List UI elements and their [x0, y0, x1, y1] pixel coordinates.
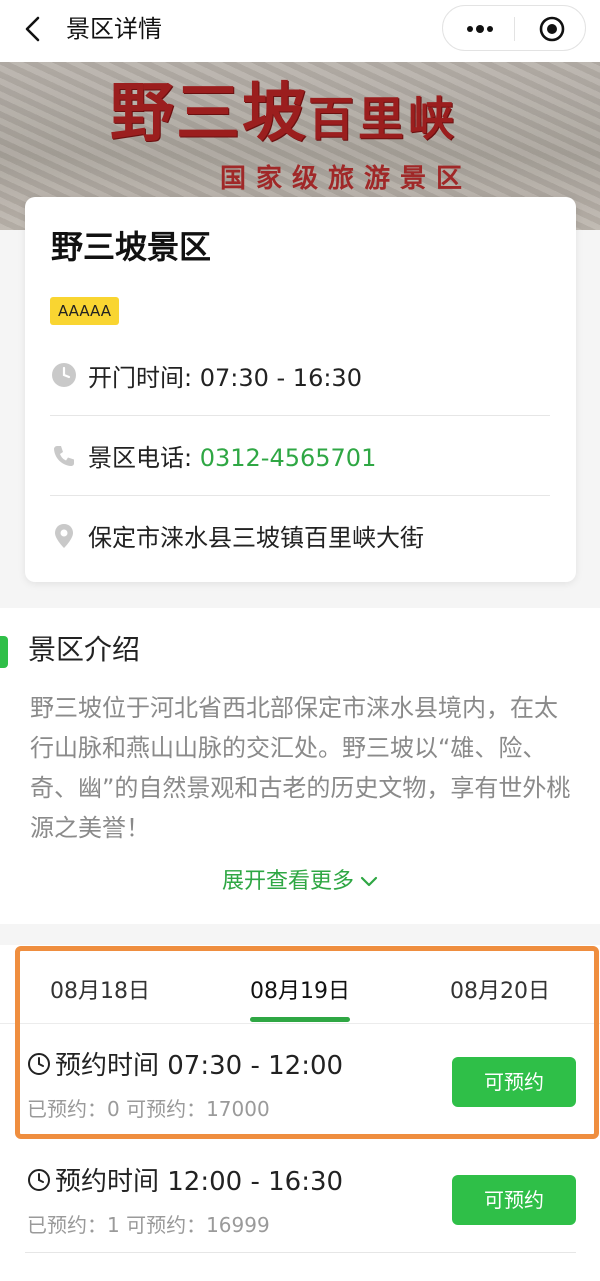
address-row[interactable]: 保定市涞水县三坡镇百里峡大街 — [50, 495, 550, 575]
tab-date-0820[interactable]: 08月20日 — [400, 973, 600, 1005]
slot-counts: 已预约：0 可预约：17000 — [27, 1097, 270, 1121]
booking-section: 08月18日 08月19日 08月20日 预约时间 07:30 - 12:00 … — [0, 945, 600, 1281]
intro-section: 景区介绍 野三坡位于河北省西北部保定市涞水县境内，在太行山脉和燕山山脉的交汇处。… — [0, 608, 600, 924]
phone-icon — [54, 445, 74, 466]
capsule-divider — [514, 17, 515, 41]
clock-outline-icon — [28, 1053, 50, 1075]
tab-date-0819[interactable]: 08月19日 — [200, 973, 400, 1005]
address-text: 保定市涞水县三坡镇百里峡大街 — [88, 524, 424, 552]
time-slot-item: 预约时间 07:30 - 12:00 已预约：0 可预约：17000 可预约 — [25, 1025, 576, 1137]
clock-icon — [52, 363, 76, 387]
slot-time: 预约时间 07:30 - 12:00 — [55, 1051, 344, 1081]
chevron-down-icon — [360, 876, 378, 887]
book-button[interactable]: 可预约 — [452, 1057, 576, 1107]
phone-text: 景区电话: 0312-4565701 — [88, 444, 377, 472]
time-slot-item: 预约时间 12:00 - 16:30 已预约：1 可预约：16999 可预约 — [25, 1141, 576, 1253]
phone-link[interactable]: 0312-4565701 — [200, 444, 377, 472]
banner-sign: 野三坡百里峡 — [110, 76, 458, 151]
back-icon[interactable] — [18, 14, 48, 44]
opening-hours-text: 开门时间: 07:30 - 16:30 — [88, 363, 362, 392]
scenic-name: 野三坡景区 — [51, 228, 212, 266]
date-tabs: 08月18日 08月19日 08月20日 — [0, 945, 600, 1024]
section-accent-bar — [0, 636, 8, 668]
banner-sign-sub: 国家级旅游景区 — [220, 164, 473, 194]
location-pin-icon — [55, 523, 73, 548]
expand-more-label: 展开查看更多 — [221, 869, 354, 894]
clock-outline-icon — [28, 1169, 50, 1191]
nav-bar: 景区详情 — [0, 0, 600, 62]
slot-counts: 已预约：1 可预约：16999 — [27, 1213, 270, 1237]
active-tab-indicator — [250, 1017, 350, 1022]
tab-date-0818[interactable]: 08月18日 — [0, 973, 200, 1005]
mini-program-capsule — [442, 5, 586, 51]
opening-hours-row: 开门时间: 07:30 - 16:30 — [50, 335, 550, 415]
level-badge: AAAAA — [50, 297, 119, 325]
page-title: 景区详情 — [66, 15, 162, 43]
slot-time: 预约时间 12:00 - 16:30 — [55, 1167, 344, 1197]
book-button[interactable]: 可预约 — [452, 1175, 576, 1225]
phone-row[interactable]: 景区电话: 0312-4565701 — [50, 415, 550, 495]
intro-title: 景区介绍 — [28, 633, 141, 666]
more-icon[interactable] — [465, 20, 495, 38]
intro-text: 野三坡位于河北省西北部保定市涞水县境内，在太行山脉和燕山山脉的交汇处。野三坡以“… — [30, 694, 571, 842]
close-icon[interactable] — [538, 15, 566, 43]
scenic-info-card: 野三坡景区 AAAAA 开门时间: 07:30 - 16:30 景区电话: 03… — [25, 197, 576, 582]
expand-more-link[interactable]: 展开查看更多 — [0, 863, 600, 895]
